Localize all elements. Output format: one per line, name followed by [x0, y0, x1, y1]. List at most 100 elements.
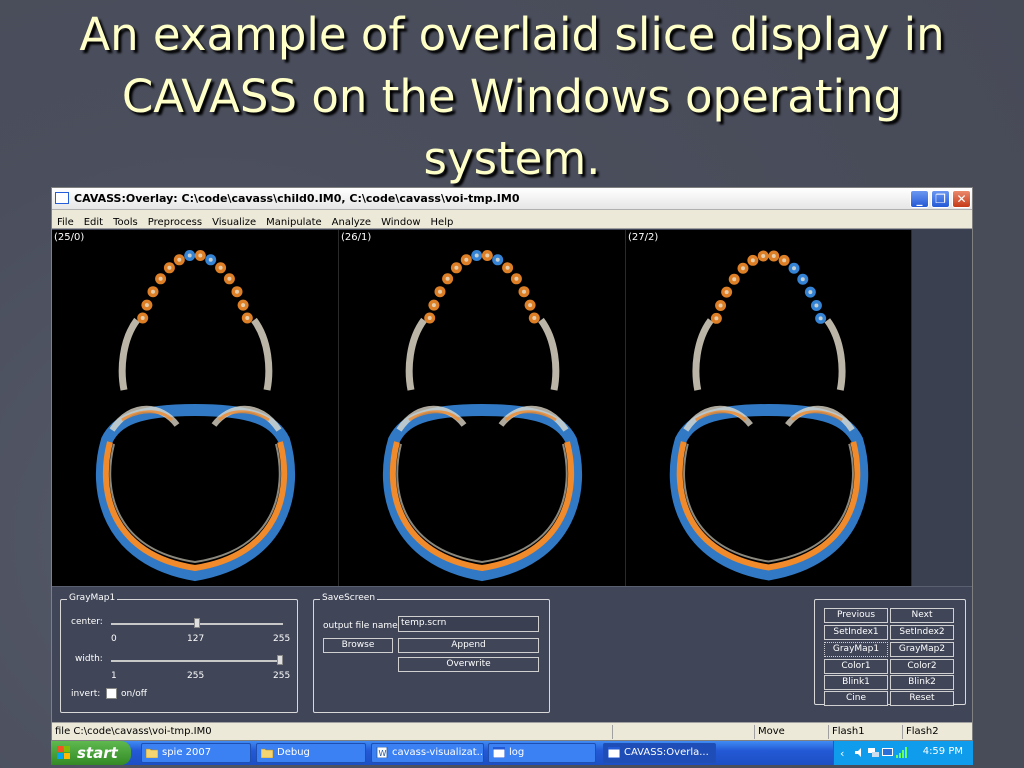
- taskbar-item-spie-2007[interactable]: spie 2007: [141, 743, 251, 763]
- next-button[interactable]: Next: [890, 608, 954, 623]
- skull-slice-image: [382, 250, 583, 582]
- width-max: 255: [273, 671, 291, 681]
- window-icon: [608, 747, 620, 758]
- menu-bar: File Edit Tools Preprocess Visualize Manipula…: [52, 210, 972, 229]
- center-value: 127: [187, 634, 205, 644]
- minimize-icon: _: [916, 192, 923, 206]
- output-file-input[interactable]: temp.scrn: [398, 616, 539, 632]
- slide-title: An example of overlaid slice display in …: [79, 8, 945, 185]
- minimize-button[interactable]: _: [910, 190, 929, 208]
- windows-logo-icon: [57, 746, 70, 759]
- menu-window[interactable]: Window: [376, 214, 425, 228]
- append-button[interactable]: Append: [398, 638, 539, 653]
- status-bar: file C:\code\cavass\voi-tmp.IM0 Move Fla…: [52, 722, 972, 740]
- restore-icon: ❐: [935, 192, 946, 206]
- start-label: start: [77, 744, 118, 762]
- reset-button[interactable]: Reset: [890, 691, 954, 706]
- start-button[interactable]: start: [51, 741, 131, 765]
- taskbar: start spie 2007 Debug W cavass-visualiza…: [51, 741, 973, 765]
- slice-viewer[interactable]: (25/0) (26/1) (27/2): [52, 230, 912, 586]
- window-title: CAVASS:Overlay: C:\code\cavass\child0.IM…: [74, 192, 520, 205]
- skull-slice-image: [95, 250, 296, 582]
- taskbar-item-label: cavass-visualizat...: [392, 747, 484, 758]
- signal-strength-icon[interactable]: [896, 747, 907, 758]
- close-button[interactable]: ✕: [952, 190, 971, 208]
- volume-icon[interactable]: [854, 747, 865, 758]
- slice-pane-3[interactable]: (27/2): [626, 230, 912, 586]
- network-icon[interactable]: [868, 747, 879, 758]
- display-icon[interactable]: [882, 747, 893, 758]
- blink2-button[interactable]: Blink2: [890, 675, 954, 690]
- width-slider-thumb[interactable]: [277, 655, 283, 665]
- graymap2-button[interactable]: GrayMap2: [890, 642, 954, 657]
- graymap-group: GrayMap1 center: 0 127 255 width: 1 255 …: [60, 593, 298, 713]
- word-document-icon: W: [376, 747, 388, 758]
- status-mode: Move: [754, 725, 828, 739]
- taskbar-item-log[interactable]: log: [488, 743, 596, 763]
- taskbar-item-label: log: [509, 747, 525, 758]
- setindex1-button[interactable]: SetIndex1: [824, 625, 888, 640]
- slice-label: (26/1): [341, 232, 372, 243]
- tray-expand-icon[interactable]: ‹: [840, 747, 851, 760]
- window-icon: [55, 192, 69, 204]
- menu-file[interactable]: File: [52, 214, 79, 228]
- status-flash2: Flash2: [902, 725, 972, 739]
- close-icon: ✕: [956, 192, 967, 206]
- setindex2-button[interactable]: SetIndex2: [890, 625, 954, 640]
- width-min: 1: [111, 671, 117, 681]
- center-slider-thumb[interactable]: [194, 618, 200, 628]
- invert-checkbox[interactable]: [106, 688, 117, 699]
- window-icon: [493, 747, 505, 758]
- menu-manipulate[interactable]: Manipulate: [261, 214, 327, 228]
- skull-slice-image: [669, 250, 869, 581]
- control-panel: GrayMap1 center: 0 127 255 width: 1 255 …: [52, 586, 972, 720]
- menu-edit[interactable]: Edit: [79, 214, 108, 228]
- color2-button[interactable]: Color2: [890, 659, 954, 674]
- blink1-button[interactable]: Blink1: [824, 675, 888, 690]
- status-empty: [612, 725, 754, 739]
- svg-text:W: W: [379, 749, 387, 758]
- menu-help[interactable]: Help: [426, 214, 459, 228]
- system-tray: ‹ 4:59 PM: [833, 741, 973, 765]
- viewer-background: [912, 230, 972, 586]
- menu-analyze[interactable]: Analyze: [327, 214, 376, 228]
- savescreen-title: SaveScreen: [320, 593, 378, 603]
- width-label: width:: [75, 654, 103, 664]
- cavass-overlay-window: CAVASS:Overlay: C:\code\cavass\child0.IM…: [51, 187, 973, 741]
- taskbar-item-label: Debug: [277, 747, 310, 758]
- previous-button[interactable]: Previous: [824, 608, 888, 623]
- overwrite-button[interactable]: Overwrite: [398, 657, 539, 672]
- taskbar-item-cavass-overlay[interactable]: CAVASS:Overla...: [603, 743, 716, 763]
- folder-icon: [146, 748, 158, 758]
- center-min: 0: [111, 634, 117, 644]
- cine-button[interactable]: Cine: [824, 691, 888, 706]
- window-titlebar[interactable]: CAVASS:Overlay: C:\code\cavass\child0.IM…: [52, 188, 972, 210]
- graymap1-button[interactable]: GrayMap1: [824, 642, 888, 657]
- taskbar-item-cavass-visualization[interactable]: W cavass-visualizat...: [371, 743, 484, 763]
- center-label: center:: [71, 617, 103, 627]
- browse-button[interactable]: Browse: [323, 638, 393, 653]
- menu-tools[interactable]: Tools: [108, 214, 143, 228]
- width-value: 255: [187, 671, 205, 681]
- taskbar-item-debug[interactable]: Debug: [256, 743, 366, 763]
- taskbar-item-label: spie 2007: [162, 747, 212, 758]
- nav-button-group: Previous Next SetIndex1 SetIndex2 GrayMa…: [814, 599, 966, 706]
- slice-pane-2[interactable]: (26/1): [339, 230, 626, 586]
- color1-button[interactable]: Color1: [824, 659, 888, 674]
- onoff-label: on/off: [121, 689, 147, 699]
- slice-pane-1[interactable]: (25/0): [52, 230, 339, 586]
- center-max: 255: [273, 634, 291, 644]
- status-flash1: Flash1: [828, 725, 902, 739]
- slice-label: (25/0): [54, 232, 85, 243]
- width-slider-track[interactable]: [111, 660, 283, 662]
- menu-preprocess[interactable]: Preprocess: [143, 214, 207, 228]
- taskbar-item-label: CAVASS:Overla...: [624, 747, 709, 758]
- slice-label: (27/2): [628, 232, 659, 243]
- folder-icon: [261, 748, 273, 758]
- output-file-label: output file name:: [323, 621, 401, 631]
- savescreen-group: SaveScreen output file name: temp.scrn B…: [313, 593, 550, 713]
- clock: 4:59 PM: [922, 746, 963, 757]
- restore-button[interactable]: ❐: [931, 190, 950, 208]
- status-file: file C:\code\cavass\voi-tmp.IM0: [55, 726, 212, 737]
- menu-visualize[interactable]: Visualize: [207, 214, 261, 228]
